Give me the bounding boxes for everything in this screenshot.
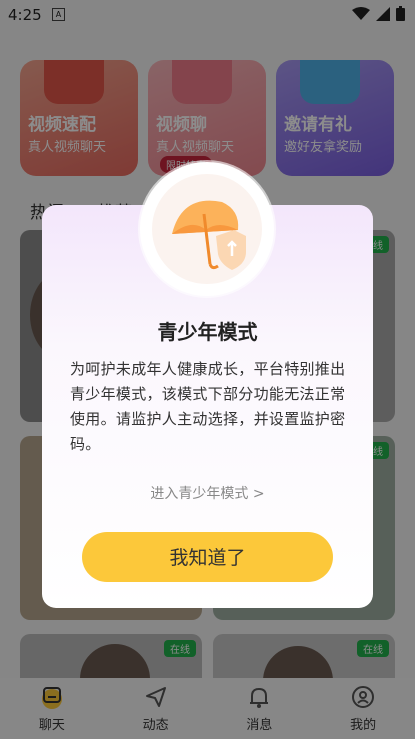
dialog-body: 为呵护未成年人健康成长，平台特别推出青少年模式，该模式下部分功能无法正常使用。请… xyxy=(70,360,346,453)
dialog-title: 青少年模式 xyxy=(157,320,258,344)
acknowledge-button[interactable]: 我知道了 xyxy=(82,532,333,582)
enter-teen-mode-link[interactable]: 进入青少年模式 > xyxy=(0,483,415,503)
umbrella-shield-icon xyxy=(172,200,246,270)
badge-background xyxy=(152,174,262,284)
teen-mode-badge xyxy=(140,162,274,296)
home-screen: 4:25 A 视频速配 真人视频聊天 视频聊 真人视频聊天 限时特惠 邀请有礼 … xyxy=(0,0,415,739)
